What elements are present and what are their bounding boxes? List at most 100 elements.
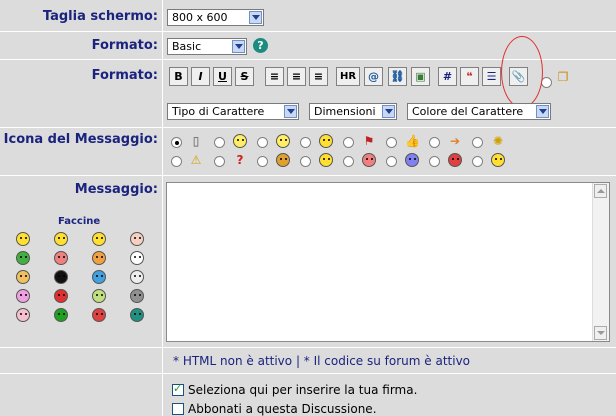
sad-icon [405, 153, 419, 167]
size-select[interactable]: Dimensioni [309, 103, 397, 120]
icon-radio-1[interactable] [171, 137, 182, 148]
chevron-down-icon [249, 11, 262, 24]
paste-icon[interactable]: ❐ [556, 70, 570, 84]
smiley-icon[interactable] [130, 251, 144, 265]
icon-radio-5[interactable] [343, 137, 354, 148]
divider [162, 348, 163, 373]
smiley-icon[interactable] [92, 289, 106, 303]
happy-icon [319, 153, 333, 167]
screen-size-label: Taglia schermo: [42, 9, 158, 24]
annotation-circle [501, 36, 543, 108]
smiley-icon[interactable] [92, 308, 106, 322]
color-select-value: Colore del Carattere [412, 105, 524, 118]
number-button[interactable]: # [438, 67, 457, 86]
divider [162, 176, 163, 347]
hr-button[interactable]: HR [336, 67, 360, 86]
icon-radio-7[interactable] [429, 137, 440, 148]
extra-radio[interactable] [541, 77, 552, 88]
icon-radio-14[interactable] [386, 156, 397, 167]
chevron-down-icon [382, 105, 395, 118]
smiley-icon[interactable] [54, 232, 68, 246]
smiley-icon[interactable] [54, 308, 68, 322]
size-select-value: Dimensioni [314, 105, 376, 118]
eightball-icon[interactable] [54, 270, 68, 284]
warning-icon: ⚠ [190, 153, 202, 167]
smiley-icon[interactable] [92, 270, 106, 284]
cool-icon [276, 153, 290, 167]
icon-radio-12[interactable] [300, 156, 311, 167]
divider [162, 60, 163, 127]
smiley-icon[interactable] [130, 232, 144, 246]
format-mode-select[interactable]: Basic [167, 38, 247, 55]
link-button[interactable]: ⛓ [388, 67, 407, 86]
icon-radio-13[interactable] [343, 156, 354, 167]
smiley-icon[interactable] [16, 251, 30, 265]
smiley-icon[interactable] [16, 232, 30, 246]
message-icon-row: Icona del Messaggio: [0, 128, 616, 176]
smiley-icon[interactable] [130, 308, 144, 322]
scroll-up-icon[interactable] [594, 184, 607, 198]
icon-radio-9[interactable] [171, 156, 182, 167]
bulb-icon: ✺ [492, 134, 504, 148]
smiley-icon[interactable] [130, 289, 144, 303]
icon-radio-11[interactable] [257, 156, 268, 167]
arrow-icon: ➔ [449, 134, 461, 148]
smiley-icon[interactable] [130, 270, 144, 284]
bold-button[interactable]: B [169, 67, 188, 86]
smiley-icon[interactable] [16, 270, 30, 284]
divider [162, 0, 163, 31]
no-icon [448, 153, 462, 167]
textarea-scrollbar[interactable] [592, 183, 609, 341]
underline-button[interactable]: U [213, 67, 232, 86]
format-mode-label: Formato: [91, 38, 158, 53]
font-select-value: Tipo di Carattere [172, 105, 265, 118]
smiley-icon[interactable] [54, 251, 68, 265]
icon-radio-16[interactable] [472, 156, 483, 167]
signature-label: Seleziona qui per inserire la tua firma. [188, 383, 418, 397]
chevron-down-icon [284, 105, 297, 118]
divider [162, 128, 163, 175]
question-icon: ? [236, 153, 244, 167]
italic-button[interactable]: I [191, 67, 210, 86]
align-right-button[interactable]: ≡ [309, 67, 328, 86]
flag-icon: ⚑ [363, 134, 375, 148]
color-select[interactable]: Colore del Carattere [407, 103, 551, 120]
message-textarea[interactable] [166, 182, 610, 342]
email-button[interactable]: @ [364, 67, 383, 86]
icon-radio-8[interactable] [472, 137, 483, 148]
icon-radio-10[interactable] [214, 156, 225, 167]
smiley-icon[interactable] [16, 308, 30, 322]
icon-radio-15[interactable] [429, 156, 440, 167]
strike-button[interactable]: S [235, 67, 254, 86]
align-left-button[interactable]: ≡ [265, 67, 284, 86]
help-icon[interactable]: ? [253, 38, 268, 53]
document-icon: ▯ [192, 134, 200, 148]
subscribe-label: Abbonati a questa Discussione. [188, 402, 377, 416]
smiley-icon[interactable] [92, 232, 106, 246]
icon-radio-2[interactable] [214, 137, 225, 148]
align-center-button[interactable]: ≡ [287, 67, 306, 86]
smiley-icon[interactable] [16, 289, 30, 303]
list-button[interactable]: ☰ [482, 67, 501, 86]
screen-size-select[interactable]: 800 x 600 [167, 9, 264, 26]
icon-radio-6[interactable] [386, 137, 397, 148]
smile-icon [319, 134, 333, 148]
divider [162, 374, 163, 416]
thumbs-up-icon: 👍 [405, 134, 420, 148]
message-icon-label: Icona del Messaggio: [3, 132, 158, 147]
image-button[interactable]: ▣ [411, 67, 430, 86]
chevron-down-icon [536, 105, 549, 118]
screen-size-value: 800 x 600 [172, 11, 228, 24]
icon-radio-3[interactable] [257, 137, 268, 148]
signature-checkbox[interactable] [172, 382, 184, 396]
quote-button[interactable]: ❝ [460, 67, 479, 86]
scroll-down-icon[interactable] [594, 326, 607, 340]
divider [162, 32, 163, 59]
format-mode-value: Basic [172, 40, 202, 53]
smiley-icon[interactable] [92, 251, 106, 265]
angry-icon [362, 153, 376, 167]
subscribe-checkbox[interactable] [172, 403, 184, 415]
font-select[interactable]: Tipo di Carattere [167, 103, 299, 120]
smiley-icon[interactable] [54, 289, 68, 303]
icon-radio-4[interactable] [300, 137, 311, 148]
